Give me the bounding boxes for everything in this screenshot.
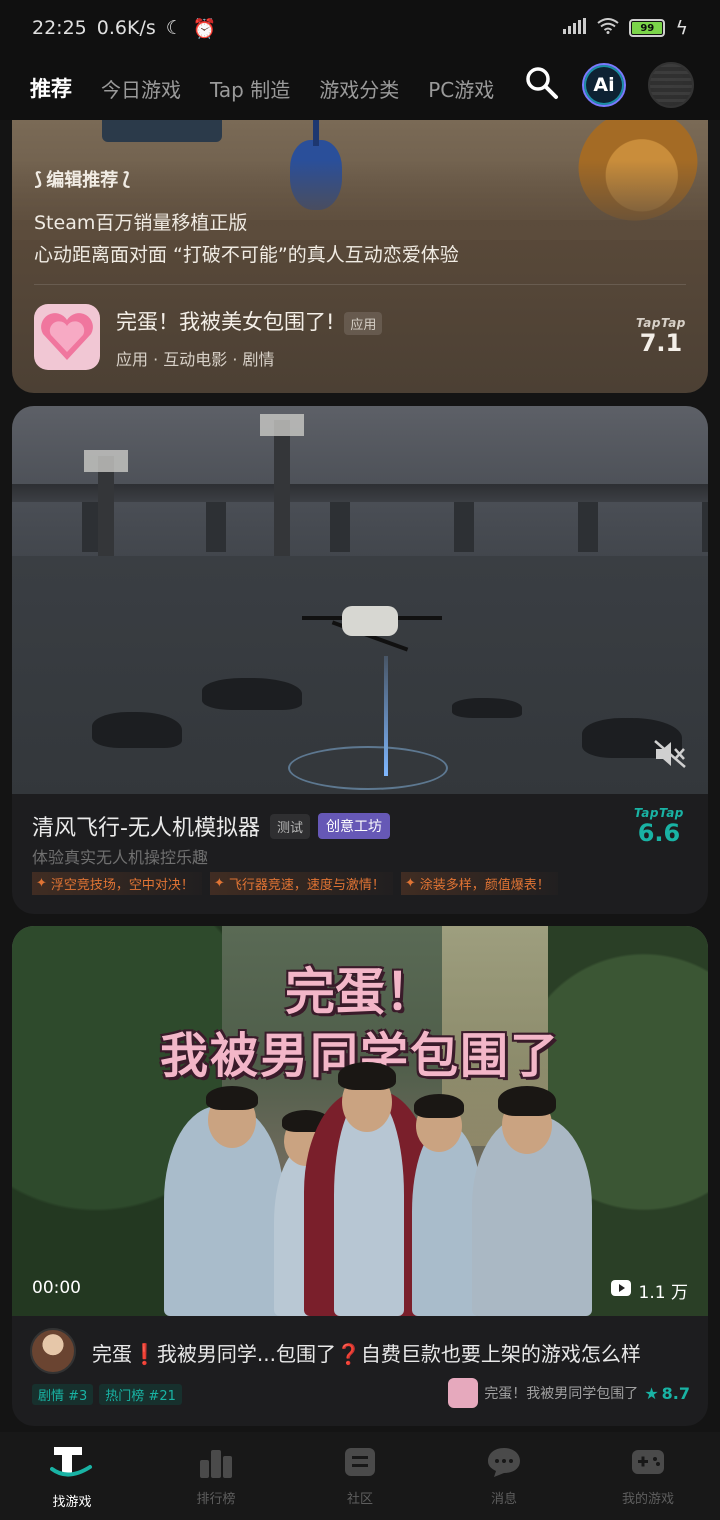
views-count: 1.1 万 — [638, 1283, 688, 1303]
app-type-tag: 应用 — [344, 311, 383, 335]
related-game-rating: ★ 8.7 — [644, 1384, 690, 1403]
drone — [342, 606, 398, 636]
bottom-tab-label: 消息 — [490, 1491, 517, 1507]
status-bar: 22:25 0.6K/s ☾ ⏰ 99 ϟ — [0, 0, 720, 56]
sparkle-icon: ✦ — [36, 876, 47, 891]
network-speed: 0.6K/s — [96, 17, 156, 39]
bottom-tab-label: 排行榜 — [196, 1491, 236, 1507]
battery-level: 99 — [632, 22, 663, 34]
rank-tag[interactable]: 热门榜 #21 — [99, 1384, 182, 1405]
divider — [34, 284, 686, 285]
video-post-card[interactable]: 完蛋！ 我被男同学包围了 00:00 1.1 万 完蛋❗我被男同学...包围了❓… — [12, 926, 708, 1426]
game-title-text: 清风飞行-无人机模拟器 — [32, 816, 260, 841]
related-game[interactable]: 完蛋！我被男同学包围了 ★ 8.7 — [448, 1378, 690, 1408]
video-time: 00:00 — [32, 1278, 81, 1298]
search-icon[interactable] — [524, 65, 560, 105]
ai-assistant-button[interactable]: Ai — [582, 63, 626, 107]
wifi-icon — [597, 17, 620, 39]
related-game-rating-value: 8.7 — [661, 1383, 690, 1403]
sparkle-icon: ✦ — [404, 876, 416, 891]
highlight-tag: ✦ 涂装多样，颜值爆表！ — [400, 872, 558, 895]
taptap-logo: TapTap — [636, 316, 686, 330]
highlight-text: 涂装多样，颜值爆表！ — [419, 878, 550, 893]
video-views: 1.1 万 — [610, 1278, 688, 1303]
app-name-text: 完蛋！我被美女包围了! — [116, 310, 335, 334]
rank-tags: 剧情 #3 热门榜 #21 — [32, 1384, 182, 1405]
message-icon — [486, 1446, 522, 1482]
bottom-tab-label: 我的游戏 — [621, 1491, 674, 1507]
highlight-text: 浮空竞技场，空中对决！ — [50, 878, 194, 893]
laurel-right-icon: ⟅ — [122, 168, 131, 190]
bottom-tab-label: 找游戏 — [52, 1494, 92, 1510]
alarm-icon: ⏰ — [192, 17, 217, 40]
star-icon: ★ — [644, 1383, 659, 1403]
my-games-icon — [630, 1446, 666, 1482]
rating-score: 7.1 — [639, 329, 683, 357]
bottom-tab-find-games[interactable]: 找游戏 — [0, 1432, 144, 1520]
battery-icon: 99 — [629, 19, 666, 37]
recommend-desc-line1: Steam百万销量移植正版 — [34, 212, 248, 234]
signal-icon — [563, 17, 587, 39]
editor-recommend-card[interactable]: ⟆ 编辑推荐 ⟅ Steam百万销量移植正版 心动距离面对面 “打破不可能”的真… — [12, 120, 708, 393]
game-video-card[interactable]: 清风飞行-无人机模拟器 测试 创意工坊 体验真实无人机操控乐趣 ✦ 浮空竞技场，空… — [12, 406, 708, 914]
clock: 22:25 — [32, 17, 87, 39]
creative-workshop-badge: 创意工坊 — [317, 813, 390, 839]
taptap-logo: TapTap — [634, 806, 684, 820]
sparkle-icon: ✦ — [213, 876, 225, 891]
ai-label: Ai — [593, 74, 615, 96]
top-nav: 推荐 今日游戏 Tap 制造 游戏分类 PC游戏 Ai — [0, 56, 720, 120]
moon-icon: ☾ — [165, 17, 183, 39]
bottom-tab-messages[interactable]: 消息 — [432, 1432, 576, 1520]
charging-icon: ϟ — [675, 17, 688, 39]
taptap-rating: TapTap 6.6 — [634, 806, 684, 846]
bottom-tab-my-games[interactable]: 我的游戏 — [576, 1432, 720, 1520]
bottom-tab-label: 社区 — [346, 1491, 373, 1507]
tab-recommend[interactable]: 推荐 — [28, 73, 74, 103]
laurel-left-icon: ⟆ — [34, 168, 43, 190]
taptap-rating: TapTap 7.1 — [636, 316, 686, 356]
user-avatar[interactable] — [648, 62, 694, 108]
find-games-icon — [50, 1443, 94, 1485]
play-count-icon — [610, 1280, 631, 1301]
tab-categories[interactable]: 游戏分类 — [319, 74, 399, 103]
author-avatar[interactable] — [30, 1328, 76, 1374]
post-title[interactable]: 完蛋❗我被男同学...包围了❓自费巨款也要上架的游戏怎么样 — [92, 1338, 641, 1367]
tab-pc-games[interactable]: PC游戏 — [428, 74, 494, 103]
recommend-desc-line2: 心动距离面对面 “打破不可能”的真人互动恋爱体验 — [34, 244, 459, 266]
highlight-tags: ✦ 浮空竞技场，空中对决！ ✦ 飞行器竞速，速度与激情！ ✦ 涂装多样，颜值爆表！ — [32, 872, 558, 895]
mute-icon[interactable] — [650, 734, 690, 774]
app-icon[interactable] — [34, 304, 100, 370]
test-badge: 测试 — [269, 813, 310, 839]
rating-score: 6.6 — [637, 819, 681, 847]
highlight-tag: ✦ 飞行器竞速，速度与激情！ — [209, 872, 393, 895]
editor-recommend-label: ⟆ 编辑推荐 ⟅ — [34, 166, 130, 192]
bottom-tab-community[interactable]: 社区 — [288, 1432, 432, 1520]
tab-tap-made[interactable]: Tap 制造 — [210, 74, 290, 103]
community-icon — [343, 1446, 377, 1482]
game-title[interactable]: 清风飞行-无人机模拟器 测试 创意工坊 — [32, 810, 390, 842]
highlight-text: 飞行器竞速，速度与激情！ — [228, 878, 385, 893]
game-subtitle: 体验真实无人机操控乐趣 — [32, 848, 209, 867]
tab-today-games[interactable]: 今日游戏 — [101, 74, 181, 103]
related-game-name: 完蛋！我被男同学包围了 — [484, 1386, 639, 1402]
ranking-icon — [198, 1446, 234, 1482]
video-headline-line1: 完蛋！ — [285, 963, 435, 1021]
app-meta: 应用 · 互动电影 · 剧情 — [116, 350, 275, 369]
bottom-nav: 找游戏 排行榜 社区 消息 我的游戏 — [0, 1432, 720, 1520]
highlight-tag: ✦ 浮空竞技场，空中对决！ — [32, 872, 202, 895]
bottom-tab-ranking[interactable]: 排行榜 — [144, 1432, 288, 1520]
related-game-icon — [448, 1378, 479, 1408]
app-name[interactable]: 完蛋！我被美女包围了! 应用 — [116, 306, 383, 336]
rank-tag[interactable]: 剧情 #3 — [32, 1384, 94, 1405]
editor-recommend-text: 编辑推荐 — [46, 170, 119, 191]
post-video-player[interactable]: 完蛋！ 我被男同学包围了 00:00 1.1 万 — [12, 926, 708, 1316]
game-video-player[interactable] — [12, 406, 708, 794]
